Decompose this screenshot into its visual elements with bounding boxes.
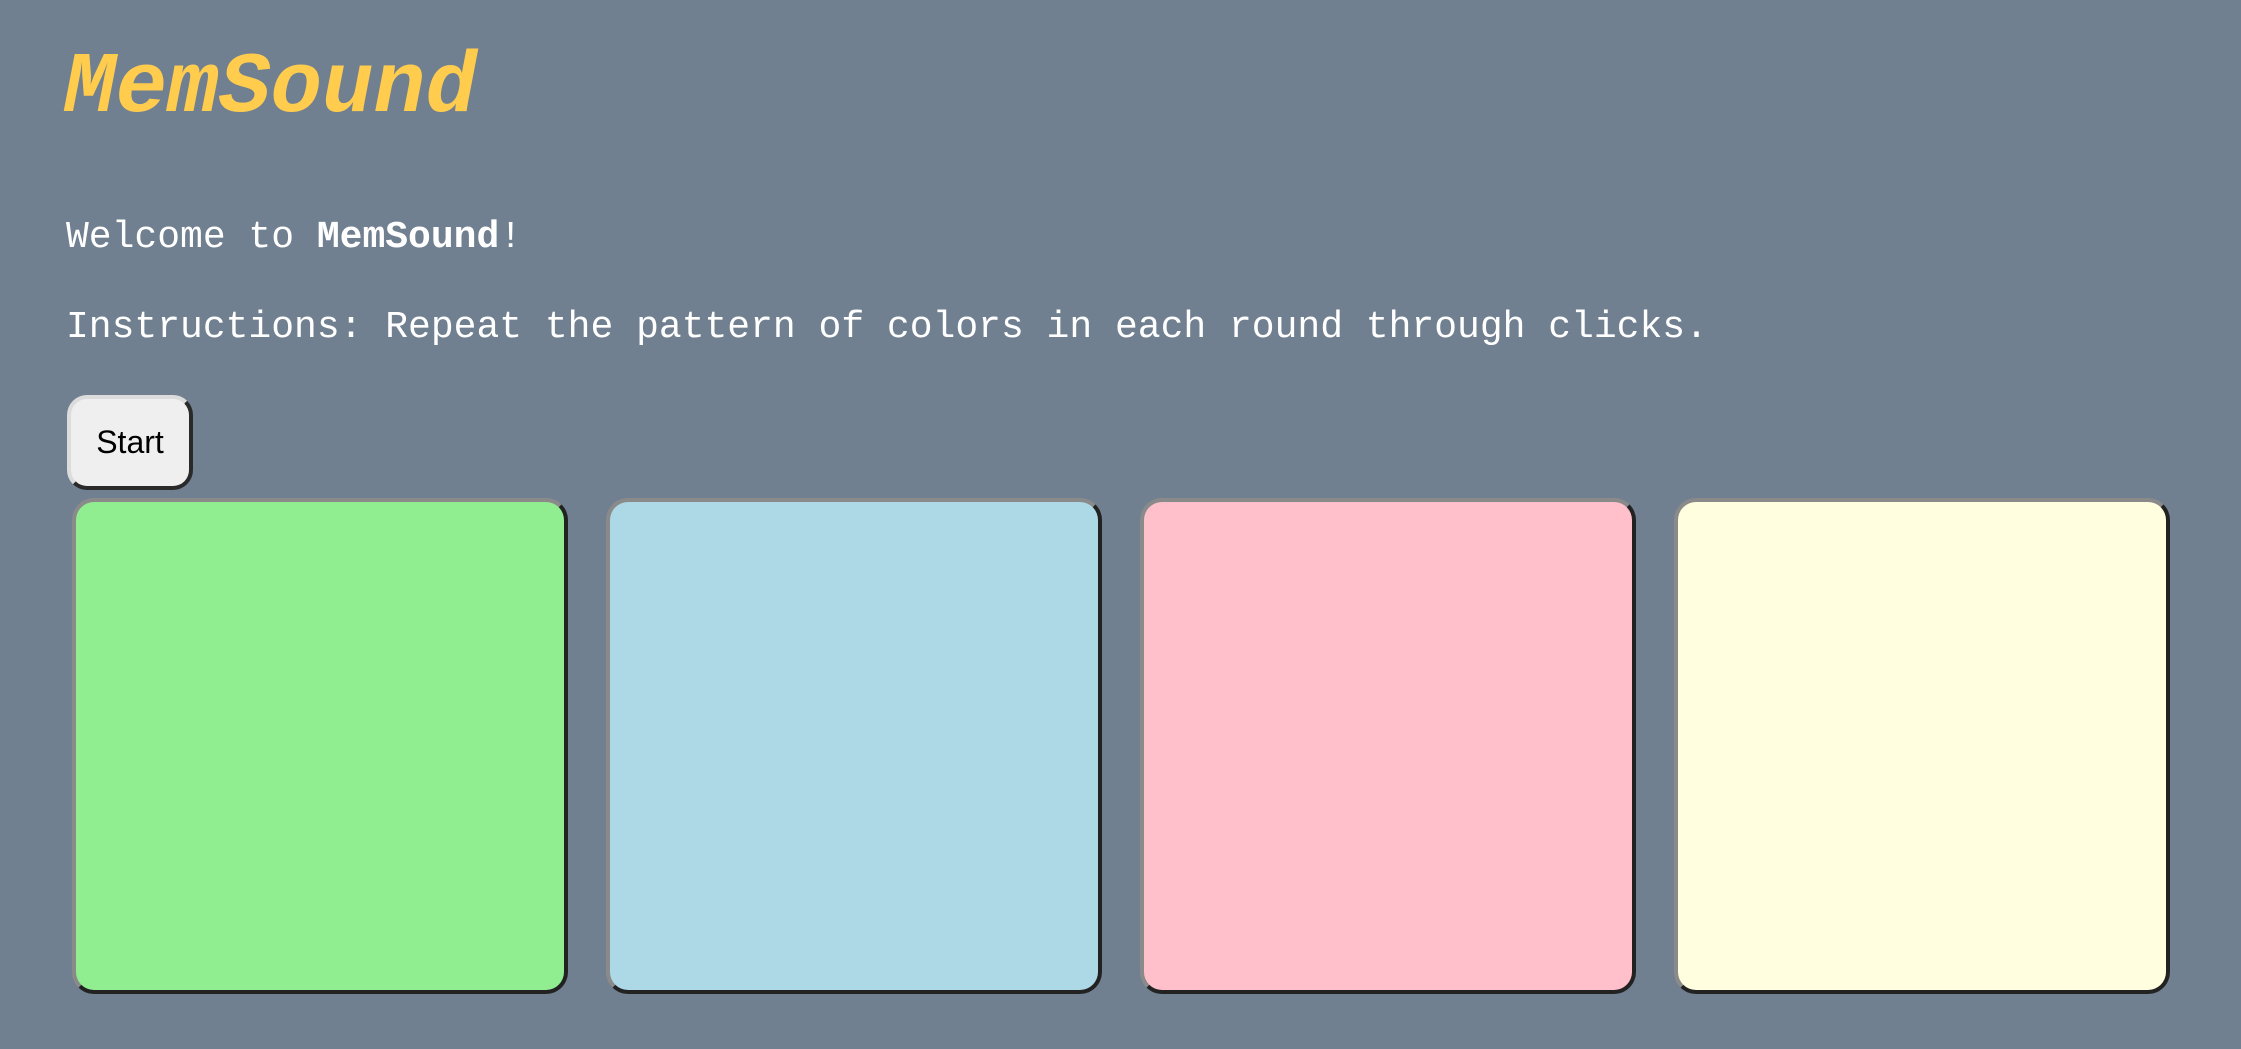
welcome-suffix: ! — [499, 216, 523, 259]
welcome-message: Welcome to MemSound! — [66, 216, 522, 260]
color-tile-yellow[interactable] — [1674, 498, 2170, 994]
start-button[interactable]: Start — [67, 395, 193, 490]
color-tile-pink[interactable] — [1140, 498, 1636, 994]
instructions-text: Instructions: Repeat the pattern of colo… — [66, 306, 1708, 349]
color-tile-green[interactable] — [72, 498, 568, 994]
welcome-prefix: Welcome to — [66, 216, 317, 259]
page-title: MemSound — [64, 39, 477, 137]
color-tile-blue[interactable] — [606, 498, 1102, 994]
welcome-game-name: MemSound — [316, 216, 500, 259]
